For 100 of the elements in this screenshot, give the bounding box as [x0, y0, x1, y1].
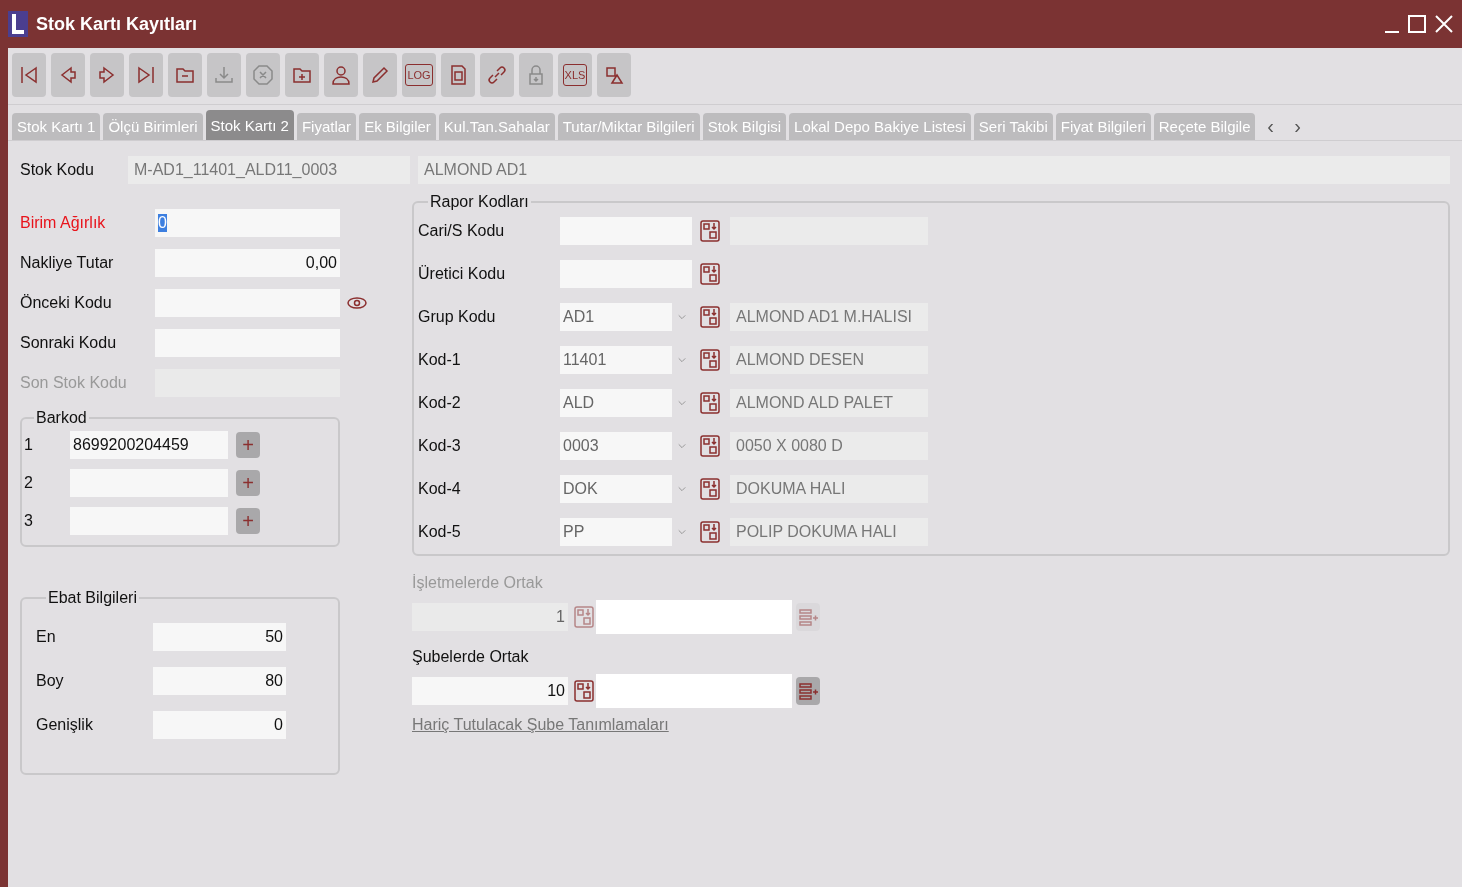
lookup-button[interactable]	[698, 260, 722, 288]
lookup-icon	[699, 304, 721, 330]
field-value: 0003	[563, 437, 599, 455]
field-value: ALMOND ALD PALET	[736, 394, 894, 412]
field-label: Genişlik	[36, 716, 94, 734]
text-icon: XLS	[562, 64, 588, 86]
stock-code-field[interactable]: M-AD1_11401_ALD11_0003	[128, 156, 410, 184]
toolbar-button[interactable]: LOG	[402, 53, 436, 97]
stock-name-field[interactable]: ALMOND AD1	[418, 156, 1450, 184]
toolbar-button[interactable]	[90, 53, 124, 97]
window-title: Stok Kartı Kayıtları	[36, 13, 199, 35]
toolbar-button[interactable]	[324, 53, 358, 97]
field-label: Nakliye Tutar	[20, 254, 115, 272]
field-value: ALD	[563, 394, 595, 412]
toolbar-button[interactable]	[168, 53, 202, 97]
row-number: 1	[24, 436, 34, 454]
field-value: POLIP DOKUMA HALI	[736, 523, 897, 541]
selected-text: 0	[158, 214, 167, 232]
field-label: Kod-3	[418, 437, 462, 455]
input-field[interactable]: 0	[153, 711, 286, 739]
toolbar-button[interactable]	[480, 53, 514, 97]
shapes-icon	[603, 64, 625, 86]
field-value: 0050 X 0080 D	[736, 437, 843, 455]
toolbar-button[interactable]	[597, 53, 631, 97]
scroll-right-button[interactable]: ›	[1285, 112, 1310, 140]
lookup-icon	[699, 433, 721, 459]
combo-field[interactable]: AD1	[560, 303, 672, 331]
app-logo-icon	[8, 11, 28, 37]
add-button[interactable]: +	[236, 432, 260, 458]
lookup-button[interactable]	[698, 217, 722, 245]
toolbar-button[interactable]	[129, 53, 163, 97]
field-label: En	[36, 628, 57, 646]
add-list-button[interactable]	[796, 677, 820, 705]
combo-field[interactable]: DOK	[560, 475, 672, 503]
toolbar-button[interactable]	[441, 53, 475, 97]
row-number: 2	[24, 474, 34, 492]
input-field[interactable]: 0,00	[155, 249, 340, 277]
add-list-button[interactable]	[796, 603, 820, 631]
lookup-button[interactable]	[698, 432, 722, 460]
combo-field[interactable]: ALD	[560, 389, 672, 417]
input-field[interactable]: 0	[155, 209, 340, 237]
lookup-button[interactable]	[698, 475, 722, 503]
barcode-field[interactable]: 8699200204459	[70, 431, 228, 459]
add-button[interactable]: +	[236, 470, 260, 496]
lookup-icon	[699, 261, 721, 287]
field-label: Stok Kodu	[20, 161, 95, 179]
field-value: DOK	[563, 480, 598, 498]
maximize-icon[interactable]	[1408, 14, 1426, 34]
field-value: 0	[274, 716, 283, 734]
toolbar-button[interactable]	[285, 53, 319, 97]
download-icon	[213, 64, 235, 86]
field-value: 10	[547, 682, 565, 700]
toolbar-button[interactable]	[363, 53, 397, 97]
field-value: ALMOND AD1 M.HALISI	[736, 308, 913, 326]
field-label: Önceki Kodu	[20, 294, 113, 312]
list-add-icon	[797, 680, 819, 702]
exclusions-link[interactable]: Hariç Tutulacak Şube Tanımlamaları	[412, 716, 669, 733]
input-field[interactable]: 50	[153, 623, 286, 651]
field-label: Kod-2	[418, 394, 462, 412]
input-field[interactable]	[596, 600, 792, 634]
field-label: Son Stok Kodu	[20, 374, 128, 392]
input-field[interactable]: 80	[153, 667, 286, 695]
scroll-left-button[interactable]: ‹	[1258, 112, 1283, 140]
close-icon[interactable]	[1434, 14, 1454, 34]
add-button[interactable]: +	[236, 508, 260, 534]
combo-field[interactable]: PP	[560, 518, 672, 546]
field-label: Üretici Kodu	[418, 265, 507, 283]
field-label: Şubelerde Ortak	[412, 648, 530, 666]
field-value: PP	[563, 523, 585, 541]
user-icon	[330, 64, 352, 86]
text-icon: LOG	[405, 64, 433, 86]
toolbar-button[interactable]	[51, 53, 85, 97]
input-field[interactable]	[596, 674, 792, 708]
field-value: AD1	[563, 308, 595, 326]
combo-field[interactable]: 11401	[560, 346, 672, 374]
field-value: 8699200204459	[73, 436, 189, 454]
lookup-button[interactable]	[572, 677, 596, 705]
group-title: Ebat Bilgileri	[47, 589, 138, 607]
field-label: İşletmelerde Ortak	[412, 574, 544, 592]
group-title: Barkod	[35, 409, 88, 427]
toolbar-button[interactable]: XLS	[558, 53, 592, 97]
lookup-button[interactable]	[698, 389, 722, 417]
toolbar-button[interactable]	[12, 53, 46, 97]
lookup-button[interactable]	[698, 346, 722, 374]
row-number: 3	[24, 512, 34, 530]
field-label: Cari/S Kodu	[418, 222, 506, 240]
combo-field[interactable]: 0003	[560, 432, 672, 460]
field-label: Boy	[36, 672, 65, 690]
first-record-icon	[18, 64, 40, 86]
field-value: 80	[265, 672, 283, 690]
field-label: Kod-1	[418, 351, 462, 369]
lookup-icon	[699, 347, 721, 373]
input-field[interactable]: 10	[412, 677, 568, 705]
lookup-button[interactable]	[698, 303, 722, 331]
lookup-icon	[699, 519, 721, 545]
lookup-button[interactable]	[698, 518, 722, 546]
tab[interactable]: Stok Kartı 2	[205, 110, 294, 140]
field-label: Grup Kodu	[418, 308, 497, 326]
field-label: Kod-4	[418, 480, 462, 498]
field-label: Kod-5	[418, 523, 462, 541]
